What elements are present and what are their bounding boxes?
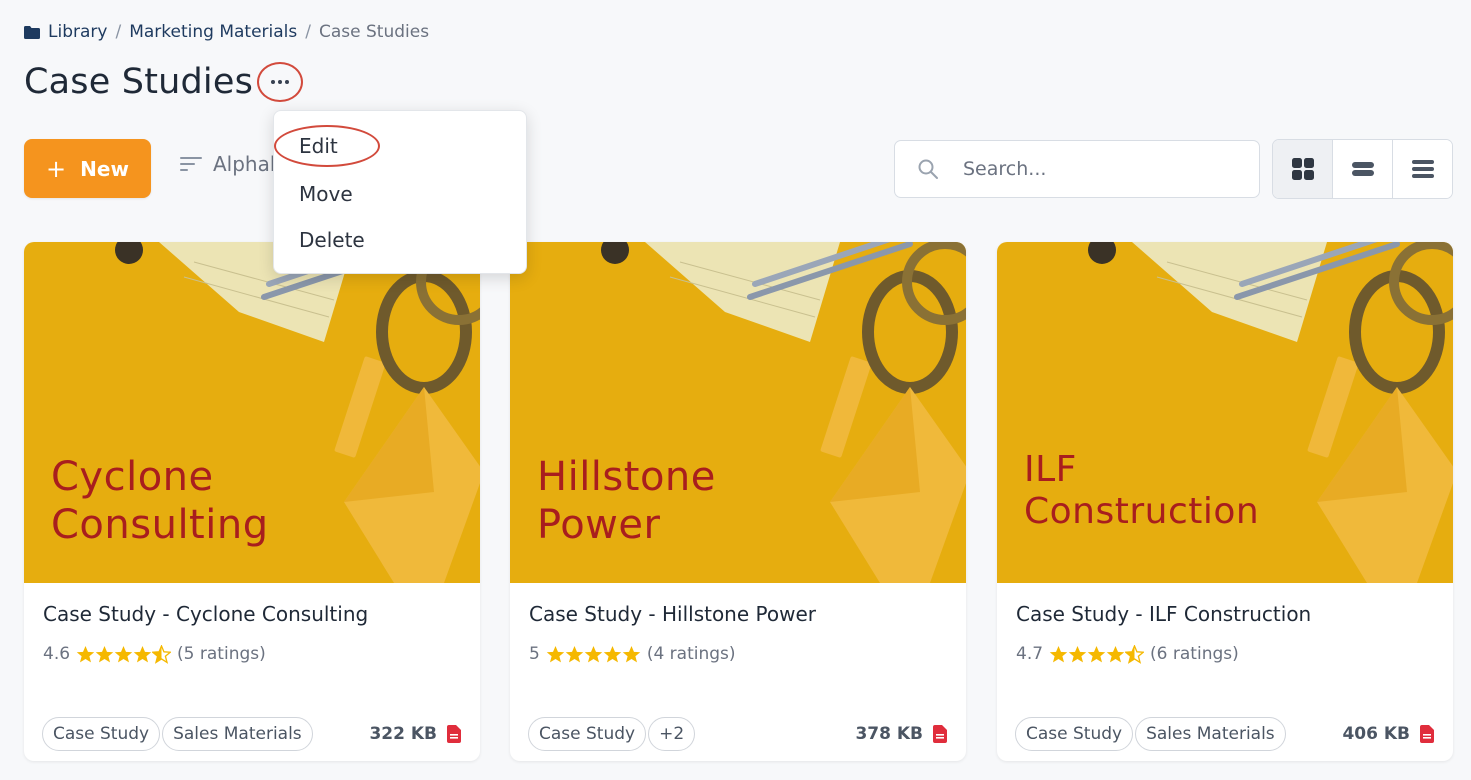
new-button-label: New [80,156,129,181]
sort-label: Alphabetical [213,152,274,176]
star-filled-icon [584,645,603,662]
document-card[interactable]: Hillstone Power Case Study - Hillstone P… [510,242,966,761]
breadcrumb-separator: / [305,22,311,42]
file-size: 406 KB [1342,724,1434,744]
tag-chip[interactable]: Sales Materials [1135,717,1286,751]
sort-control[interactable]: Alphabetical [179,152,274,176]
more-horizontal-icon [271,80,290,84]
star-filled-icon [603,645,622,662]
pdf-file-icon [1420,725,1434,743]
pdf-file-icon [447,725,461,743]
star-filled-icon [95,645,114,662]
pdf-file-icon [933,725,947,743]
file-size-label: 378 KB [855,724,923,744]
card-footer: Case Study Sales Materials 322 KB [42,717,461,751]
tag-more-chip[interactable]: +2 [648,717,696,751]
star-half-icon [152,644,172,664]
star-filled-icon [114,645,133,662]
file-size: 322 KB [369,724,461,744]
rating-row: 4.6 (5 ratings) [43,644,266,664]
star-filled-icon [1087,645,1106,662]
more-options-menu: Edit Move Delete [273,110,527,274]
card-title[interactable]: Case Study - ILF Construction [1016,602,1311,626]
card-thumbnail: ILF Construction [997,242,1453,583]
thumbnail-title-line2: Consulting [51,502,269,548]
sort-icon [180,157,202,171]
thumbnail-title-line1: Hillstone [537,454,716,500]
folder-icon [24,25,40,39]
thumbnail-title-line2: Construction [1024,491,1260,532]
page-title: Case Studies [24,62,254,102]
document-card[interactable]: Cyclone Consulting Case Study - Cyclone … [24,242,480,761]
more-options-button[interactable] [257,62,304,102]
search-box[interactable] [894,140,1260,198]
tag-chip[interactable]: Case Study [42,717,161,751]
card-title[interactable]: Case Study - Hillstone Power [529,602,816,626]
star-filled-icon [546,645,565,662]
file-size-label: 322 KB [369,724,437,744]
search-input[interactable] [963,158,1223,180]
menu-item-edit[interactable]: Edit [274,125,380,167]
breadcrumb: Library / Marketing Materials / Case Stu… [24,22,429,42]
search-icon [918,159,938,179]
view-toggle [1272,139,1453,199]
rating-count: (6 ratings) [1150,644,1239,664]
menu-item-move[interactable]: Move [274,171,526,217]
rating-score: 4.6 [43,644,71,664]
rating-score: 5 [529,644,540,664]
star-filled-icon [622,645,641,662]
star-rating [546,645,641,664]
new-button[interactable]: + New [24,139,151,198]
plus-icon: + [46,154,67,183]
grid-view-icon [1291,158,1314,180]
tag-chip[interactable]: Case Study [528,717,647,751]
page-title-row: Case Studies [24,62,304,102]
star-filled-icon [76,645,95,662]
star-rating [76,644,172,664]
breadcrumb-library[interactable]: Library [48,22,107,42]
grid-view-button[interactable] [1273,140,1333,198]
breadcrumb-separator: / [115,22,122,42]
star-filled-icon [1068,645,1087,662]
menu-item-delete[interactable]: Delete [274,217,526,263]
star-filled-icon [1049,645,1068,662]
rating-row: 4.7 (6 ratings) [1016,644,1239,664]
document-card[interactable]: ILF Construction Case Study - ILF Constr… [997,242,1453,761]
card-thumbnail: Hillstone Power [510,242,966,583]
compact-list-view-button[interactable] [1333,140,1393,198]
star-half-icon [1125,644,1145,664]
breadcrumb-marketing-materials[interactable]: Marketing Materials [129,22,297,42]
star-filled-icon [1106,645,1125,662]
file-size: 378 KB [855,724,947,744]
rating-score: 4.7 [1016,644,1044,664]
rating-count: (5 ratings) [177,644,266,664]
thumbnail-title-line1: ILF [1024,449,1077,490]
star-filled-icon [133,645,152,662]
rating-count: (4 ratings) [646,644,736,664]
star-rating [1049,644,1145,664]
card-footer: Case Study Sales Materials 406 KB [1015,717,1434,751]
breadcrumb-current: Case Studies [318,22,430,42]
star-filled-icon [565,645,584,662]
card-title[interactable]: Case Study - Cyclone Consulting [43,602,368,626]
card-thumbnail: Cyclone Consulting [24,242,480,583]
card-footer: Case Study +2 378 KB [528,717,947,751]
thumbnail-title-line2: Power [537,502,661,548]
list-view-icon [1411,160,1434,178]
tag-chip[interactable]: Case Study [1015,717,1134,751]
rating-row: 5 (4 ratings) [529,644,736,664]
list-view-button[interactable] [1393,140,1452,198]
compact-list-icon [1351,162,1374,176]
tag-chip[interactable]: Sales Materials [162,717,313,751]
file-size-label: 406 KB [1342,724,1410,744]
thumbnail-title-line1: Cyclone [51,454,214,500]
